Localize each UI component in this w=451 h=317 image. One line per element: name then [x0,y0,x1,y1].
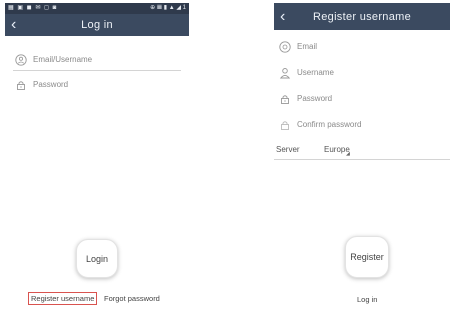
page-title: Register username [312,10,412,23]
forgot-password-link[interactable]: Forgot password [104,294,160,303]
email-username-field[interactable]: Email/Username [13,50,181,71]
password-field[interactable]: Password [13,75,181,95]
status-icons-left: ▦ ▣ ◼ ✉ ◻ ◙ [8,5,58,11]
user-circle-icon [15,54,27,66]
log-in-link[interactable]: Log in [357,295,377,304]
register-button[interactable]: Register [345,236,389,278]
server-label: Server [276,145,300,154]
server-selector[interactable]: Server Europe ◢ [274,143,450,160]
user-icon [279,68,291,79]
page-title: Log in [81,19,113,31]
lock-icon [281,95,289,104]
confirm-password-placeholder: Confirm password [297,120,362,129]
lock-icon [281,121,289,130]
username-field[interactable]: Username [277,63,442,83]
dropdown-arrow-icon: ◢ [346,151,350,157]
password-placeholder: Password [33,80,69,89]
register-navbar: ‹ Register username [274,3,450,30]
status-icons-right: ⊕ 𝌆 ▮ ▲ ◢ 1 [150,5,186,11]
login-screen: ▦ ▣ ◼ ✉ ◻ ◙ ⊕ 𝌆 ▮ ▲ ◢ 1 ‹ Log in Email/U… [5,3,189,311]
email-placeholder: Email [297,42,318,51]
password-field[interactable]: Password [277,89,442,109]
register-username-link[interactable]: Register username [28,292,98,305]
lock-icon [17,81,25,90]
at-icon [279,41,291,53]
status-bar: ▦ ▣ ◼ ✉ ◻ ◙ ⊕ 𝌆 ▮ ▲ ◢ 1 [5,3,189,14]
username-placeholder: Username [297,68,334,77]
email-field[interactable]: Email [277,37,442,57]
login-button[interactable]: Login [76,239,118,278]
password-placeholder: Password [297,94,333,103]
register-screen: ‹ Register username Email Username Passw… [274,3,450,311]
login-navbar: ‹ Log in [5,14,189,36]
email-username-placeholder: Email/Username [33,55,93,64]
confirm-password-field[interactable]: Confirm password [277,115,442,135]
